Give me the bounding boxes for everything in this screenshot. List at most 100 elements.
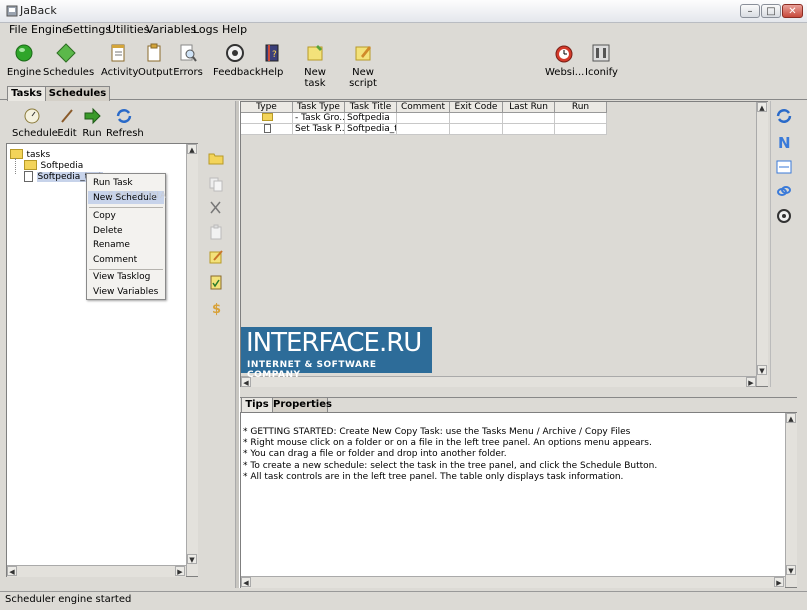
scroll-right-icon[interactable]: ▶ bbox=[774, 577, 784, 587]
tab-tasks[interactable]: Tasks bbox=[7, 86, 46, 101]
col-comment[interactable]: Comment bbox=[397, 102, 450, 113]
table-row[interactable] bbox=[241, 113, 293, 124]
folder-icon bbox=[262, 113, 273, 121]
title-bar: JaBack – □ ✕ bbox=[0, 0, 807, 23]
dollar-icon[interactable]: $ bbox=[208, 300, 224, 317]
feedback-button[interactable]: Feedback bbox=[213, 42, 261, 78]
tree-horizontal-scrollbar[interactable]: ◀ ▶ bbox=[7, 565, 186, 577]
output-label: Output bbox=[138, 67, 173, 78]
edit-button[interactable]: Edit bbox=[56, 107, 78, 139]
scissors-icon[interactable] bbox=[208, 200, 224, 216]
file-icon bbox=[264, 124, 271, 133]
scroll-right-icon[interactable]: ▶ bbox=[746, 377, 756, 387]
banner-title: INTERFACE.RU bbox=[246, 328, 422, 358]
table-cell bbox=[450, 113, 503, 124]
paste-icon[interactable] bbox=[208, 224, 224, 240]
app-icon bbox=[6, 5, 18, 17]
schedules-label: Schedules bbox=[43, 67, 95, 78]
tab-properties[interactable]: Properties bbox=[272, 397, 332, 412]
close-button[interactable]: ✕ bbox=[782, 4, 803, 18]
menu-engine[interactable]: Engine bbox=[31, 23, 69, 36]
menu-settings[interactable]: Settings bbox=[66, 23, 111, 36]
col-type[interactable]: Type bbox=[241, 102, 293, 113]
table-cell: - Task Gro... bbox=[293, 113, 345, 124]
target-icon bbox=[224, 42, 246, 64]
ctx-delete[interactable]: Delete bbox=[93, 226, 123, 236]
window-title: JaBack bbox=[20, 4, 57, 17]
ctx-comment[interactable]: Comment bbox=[93, 255, 137, 265]
col-last-run[interactable]: Last Run bbox=[503, 102, 555, 113]
ctx-view-tasklog[interactable]: View Tasklog bbox=[93, 272, 150, 282]
table-row[interactable] bbox=[241, 124, 293, 135]
menu-logs[interactable]: Logs bbox=[193, 23, 218, 36]
website-button[interactable]: Websi... bbox=[545, 42, 584, 78]
scroll-up-icon[interactable]: ▲ bbox=[786, 413, 796, 423]
notepad-icon bbox=[107, 42, 129, 64]
menu-file[interactable]: File bbox=[9, 23, 27, 36]
iconify-label: Iconify bbox=[585, 67, 618, 78]
schedule-button[interactable]: Schedule bbox=[12, 107, 58, 139]
engine-button[interactable]: Engine bbox=[6, 42, 42, 78]
menu-utilities[interactable]: Utilities bbox=[108, 23, 149, 36]
svg-text:N: N bbox=[778, 134, 791, 150]
ctx-run-task[interactable]: Run Task bbox=[93, 178, 133, 188]
iconify-button[interactable]: Iconify bbox=[585, 42, 618, 78]
table-cell bbox=[555, 113, 607, 124]
ctx-separator bbox=[89, 269, 163, 270]
ctx-copy[interactable]: Copy bbox=[93, 211, 116, 221]
ctx-rename[interactable]: Rename bbox=[93, 240, 130, 250]
help-button[interactable]: ? Help bbox=[259, 42, 285, 78]
interface-banner: INTERFACE.RU INTERNET & SOFTWARE COMPANY bbox=[241, 327, 432, 380]
col-exit-code[interactable]: Exit Code bbox=[450, 102, 503, 113]
table-cell: Softpedia_t... bbox=[345, 124, 397, 135]
ctx-view-variables[interactable]: View Variables bbox=[93, 287, 158, 297]
minimize-button[interactable]: – bbox=[740, 4, 760, 18]
book-icon: ? bbox=[261, 42, 283, 64]
tree-line bbox=[15, 158, 17, 174]
new-task-button[interactable]: New task bbox=[293, 42, 337, 89]
refresh-label: Refresh bbox=[106, 128, 144, 139]
scroll-right-icon[interactable]: ▶ bbox=[175, 566, 185, 576]
table-cell: Set Task P... bbox=[293, 124, 345, 135]
scroll-down-icon[interactable]: ▼ bbox=[187, 554, 197, 564]
table-vertical-scrollbar[interactable]: ▲ ▼ bbox=[756, 102, 768, 386]
col-task-title[interactable]: Task Title bbox=[345, 102, 397, 113]
scroll-up-icon[interactable]: ▲ bbox=[187, 144, 197, 154]
tip-line: * GETTING STARTED: Create New Copy Task:… bbox=[243, 427, 631, 437]
clock-icon bbox=[23, 107, 41, 125]
scroll-down-icon[interactable]: ▼ bbox=[786, 565, 796, 575]
errors-button[interactable]: Errors bbox=[172, 42, 204, 78]
n-icon[interactable]: N bbox=[776, 134, 792, 152]
tree-vertical-scrollbar[interactable]: ▲ ▼ bbox=[186, 144, 198, 576]
scroll-up-icon[interactable]: ▲ bbox=[757, 102, 767, 112]
tab-tips[interactable]: Tips bbox=[241, 397, 273, 412]
target-icon[interactable] bbox=[776, 208, 792, 224]
run-button[interactable]: Run bbox=[82, 107, 102, 139]
scroll-left-icon[interactable]: ◀ bbox=[7, 566, 17, 576]
output-button[interactable]: Output bbox=[138, 42, 173, 78]
schedule-label: Schedule bbox=[12, 128, 58, 139]
menu-help[interactable]: Help bbox=[222, 23, 247, 36]
clipboard-check-icon[interactable] bbox=[208, 274, 224, 290]
col-task-type[interactable]: Task Type bbox=[293, 102, 345, 113]
col-run-duration[interactable]: Run Duration bbox=[555, 102, 607, 123]
refresh-icon[interactable] bbox=[776, 108, 792, 124]
tab-schedules[interactable]: Schedules bbox=[45, 86, 110, 101]
folder-open-icon[interactable] bbox=[208, 150, 224, 166]
engine-label: Engine bbox=[6, 67, 42, 78]
link-icon[interactable] bbox=[776, 183, 792, 199]
tips-vertical-scrollbar[interactable]: ▲ ▼ bbox=[785, 413, 797, 587]
schedules-button[interactable]: Schedules bbox=[43, 42, 94, 78]
scroll-left-icon[interactable]: ◀ bbox=[241, 577, 251, 587]
new-script-button[interactable]: New script bbox=[340, 42, 386, 89]
refresh-button[interactable]: Refresh bbox=[106, 107, 144, 139]
copy-icon[interactable] bbox=[208, 176, 224, 192]
resize-icon[interactable] bbox=[776, 159, 792, 175]
menu-variables[interactable]: Variables bbox=[146, 23, 196, 36]
maximize-button[interactable]: □ bbox=[761, 4, 781, 18]
activity-button[interactable]: Activity bbox=[101, 42, 138, 78]
file-icon bbox=[24, 170, 33, 182]
scroll-down-icon[interactable]: ▼ bbox=[757, 365, 767, 375]
tips-horizontal-scrollbar[interactable]: ◀ ▶ bbox=[241, 576, 785, 588]
edit-note-icon[interactable] bbox=[208, 249, 224, 265]
